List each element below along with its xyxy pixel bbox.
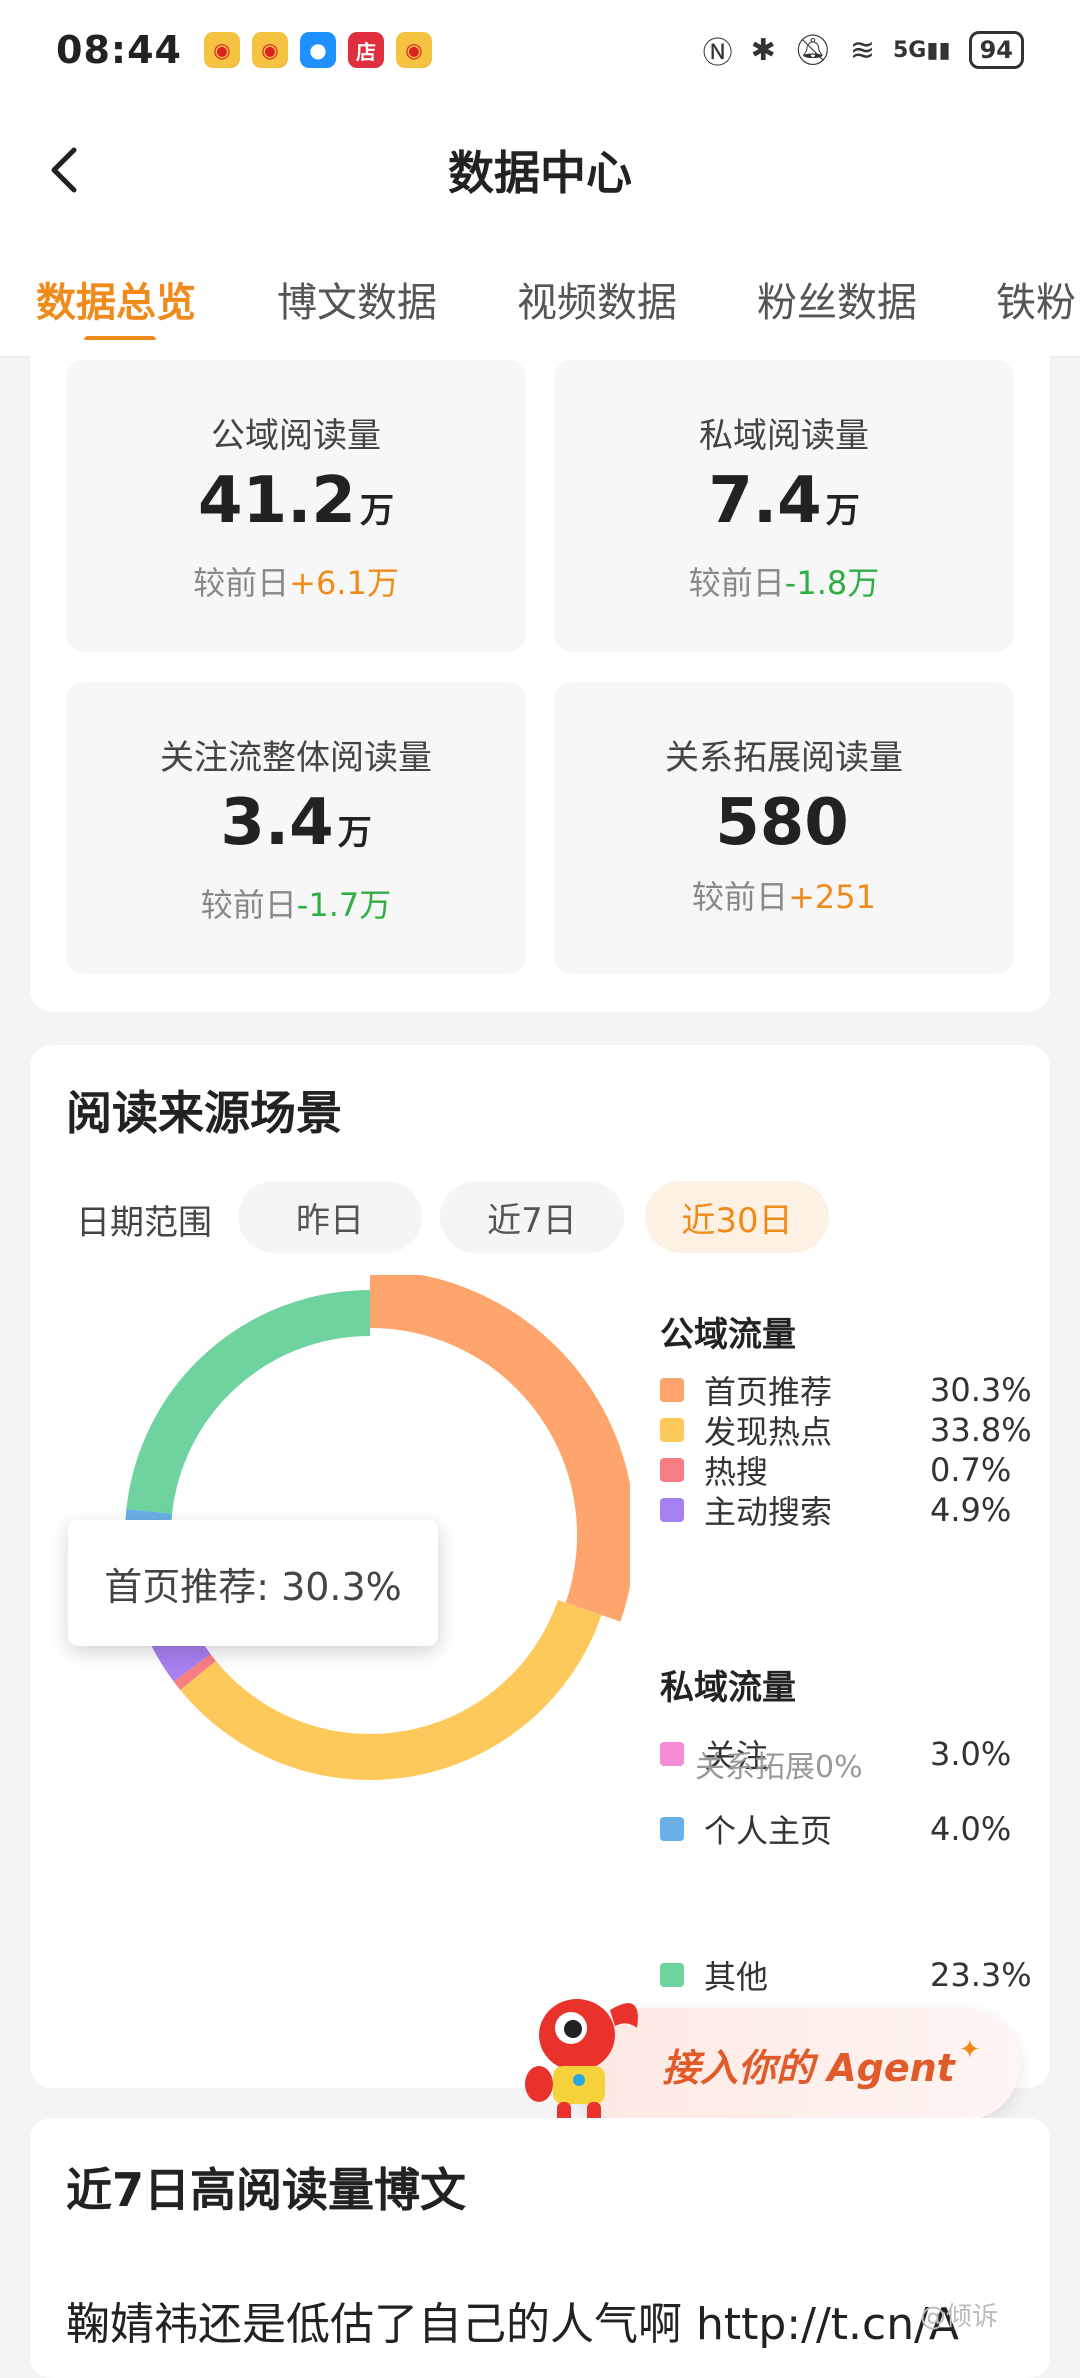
mute-icon: 🔕︎: [793, 32, 832, 68]
battery-icon: 94: [968, 31, 1024, 69]
legend-label: 个人主页: [704, 1812, 833, 1850]
range-yesterday-button[interactable]: 昨日: [238, 1181, 422, 1253]
weibo-icon: ◉: [203, 32, 240, 68]
range-30days-button[interactable]: 近30日: [645, 1181, 829, 1253]
stat-value: 41.2 万: [198, 464, 394, 538]
legend-swatch: [660, 1963, 684, 1987]
sparkle-icon: ✦: [958, 2035, 981, 2065]
legend-value: 30.3%: [930, 1371, 1032, 1409]
legend-swatch: [660, 1817, 684, 1841]
legend-item[interactable]: 其他 23.3%: [660, 1950, 1040, 2000]
stat-value: 3.4 万: [220, 786, 372, 860]
stat-diff: 较前日+251: [692, 878, 876, 916]
post-item[interactable]: 鞠婧祎还是低估了自己的人气啊 http://t.cn/A: [66, 2288, 959, 2352]
top-posts-card: 近7日高阅读量博文 鞠婧祎还是低估了自己的人气啊 http://t.cn/A: [30, 2118, 1050, 2378]
stat-follow-feed-reads[interactable]: 关注流整体阅读量 3.4 万 较前日-1.7万: [66, 682, 526, 974]
status-time: 08:44: [56, 28, 182, 72]
stat-diff: 较前日+6.1万: [193, 564, 399, 602]
legend-value: 4.0%: [930, 1810, 1012, 1848]
legend-value: 0.7%: [930, 1451, 1012, 1489]
shop-icon: 店: [347, 32, 384, 68]
status-bar: 08:44 ◉ ◉ ● 店 ◉ Ⓝ ✱ 🔕︎ ≋ 5G▮▮ 94: [0, 0, 1080, 100]
tab-video-data[interactable]: 视频数据: [517, 270, 677, 328]
tab-fans-data[interactable]: 粉丝数据: [757, 270, 917, 328]
stat-public-reads[interactable]: 公域阅读量 41.2 万 较前日+6.1万: [66, 360, 526, 652]
section-title: 近7日高阅读量博文: [66, 2163, 467, 2217]
stat-label: 公域阅读量: [211, 416, 381, 456]
donut-slice[interactable]: [173, 1653, 216, 1690]
system-icons: Ⓝ ✱ 🔕︎ ≋ 5G▮▮ 94: [703, 28, 1024, 72]
stat-diff: 较前日-1.8万: [688, 564, 880, 602]
notification-icons: ◉ ◉ ● 店 ◉: [203, 32, 432, 68]
range-7days-button[interactable]: 近7日: [440, 1181, 624, 1253]
legend-value: 23.3%: [930, 1956, 1032, 1994]
legend-swatch: [660, 1418, 684, 1442]
tab-post-data[interactable]: 博文数据: [277, 270, 437, 328]
stat-label: 私域阅读量: [699, 416, 869, 456]
bluetooth-icon: ✱: [750, 32, 776, 68]
legend-label: 其他: [704, 1958, 769, 1996]
section-title: 阅读来源场景: [66, 1086, 342, 1140]
mascot-icon[interactable]: [515, 1980, 655, 2130]
stat-value: 580: [715, 786, 849, 860]
weibo-icon: ◉: [251, 32, 288, 68]
legend-swatch: [660, 1378, 684, 1402]
tab-iron-fans[interactable]: 铁粉: [996, 270, 1076, 328]
donut-slice[interactable]: [126, 1290, 371, 1515]
stat-relation-reads[interactable]: 关系拓展阅读量 580 较前日+251: [554, 682, 1014, 974]
page-title: 数据中心: [448, 146, 632, 200]
legend-swatch: [660, 1742, 684, 1766]
watermark: @倾诉: [920, 2302, 999, 2332]
date-range-label: 日期范围: [76, 1203, 212, 1243]
stat-diff: 较前日-1.7万: [200, 886, 392, 924]
legend-group-private: 私域流量: [660, 1668, 796, 1708]
nfc-icon: Ⓝ: [702, 36, 733, 71]
legend-item[interactable]: 个人主页 4.0%: [660, 1804, 1040, 1854]
stat-label: 关系拓展阅读量: [665, 738, 903, 778]
legend-value: 4.9%: [930, 1491, 1012, 1529]
stat-label: 关注流整体阅读量: [160, 738, 432, 778]
chat-icon: ●: [299, 32, 336, 68]
signal-icon: 5G▮▮: [893, 37, 951, 63]
tab-overview[interactable]: 数据总览: [36, 270, 196, 328]
stat-private-reads[interactable]: 私域阅读量 7.4 万 较前日-1.8万: [554, 360, 1014, 652]
legend-subnote: 关系拓展0%: [695, 1750, 863, 1785]
legend-value: 33.8%: [930, 1411, 1032, 1449]
weibo-icon: ◉: [395, 32, 432, 68]
stats-card: 公域阅读量 41.2 万 较前日+6.1万 私域阅读量 7.4 万 较前日-1.8万…: [30, 340, 1050, 1012]
legend-item[interactable]: 主动搜索 4.9%: [660, 1485, 1040, 1535]
title-bar: 数据中心: [0, 100, 1080, 240]
chart-tooltip: 首页推荐: 30.3%: [68, 1520, 438, 1646]
read-source-card: 阅读来源场景 日期范围 昨日 近7日 近30日 首页推荐: 30.3% 公域流量…: [30, 1045, 1050, 2088]
wifi-icon: ≋: [849, 32, 875, 68]
legend-swatch: [660, 1498, 684, 1522]
legend-group-public: 公域流量: [660, 1315, 796, 1355]
legend-label: 主动搜索: [704, 1493, 833, 1531]
legend-swatch: [660, 1458, 684, 1482]
agent-banner-label: 接入你的 Agent: [662, 2045, 955, 2090]
chevron-left-icon: [51, 147, 77, 193]
back-button[interactable]: [38, 142, 94, 198]
stat-value: 7.4 万: [708, 464, 860, 538]
legend-value: 3.0%: [930, 1735, 1012, 1773]
